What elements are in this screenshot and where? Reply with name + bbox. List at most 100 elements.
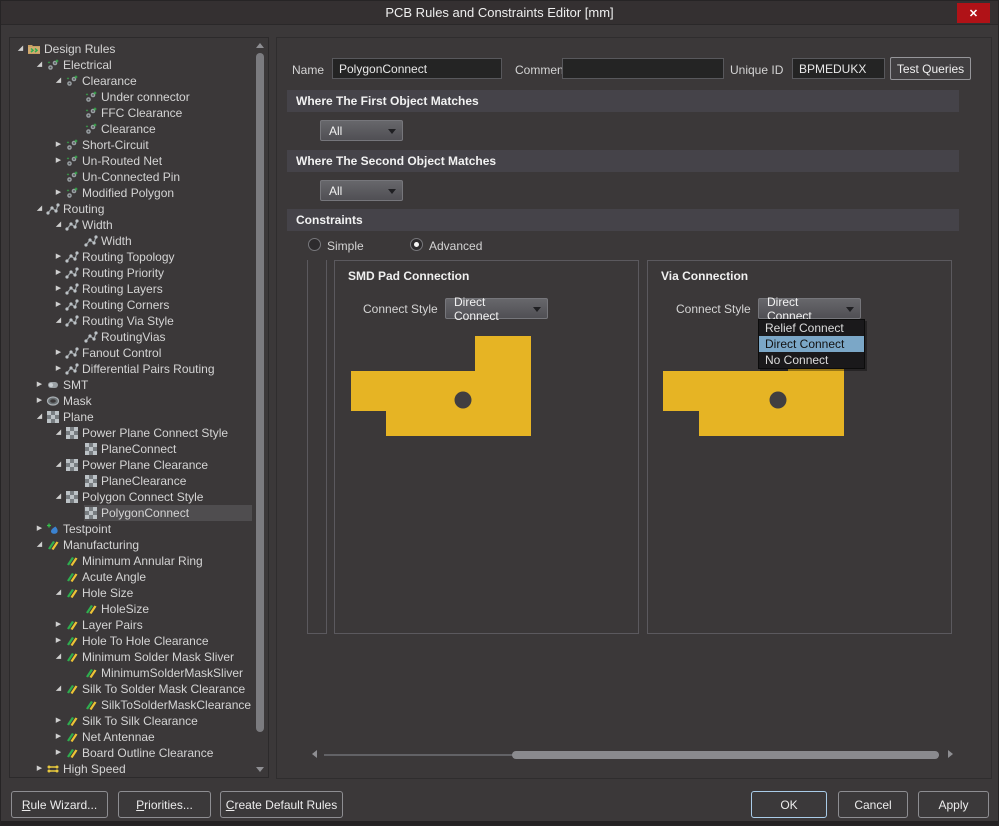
cancel-button[interactable]: Cancel	[838, 791, 908, 818]
tree-item-acute-angle[interactable]: Acute Angle	[10, 569, 252, 585]
tree-item-content[interactable]: Electrical	[46, 57, 252, 73]
tree-item-content[interactable]: Testpoint	[46, 521, 252, 537]
tree-scrollbar[interactable]	[253, 39, 267, 776]
tree-item-short-circuit[interactable]: ▶ Short-Circuit	[10, 137, 252, 153]
tree-item-content[interactable]: High Speed	[46, 761, 252, 777]
tree-item-silk-to-silk-clearance[interactable]: ▶ Silk To Silk Clearance	[10, 713, 252, 729]
title-bar[interactable]: PCB Rules and Constraints Editor [mm] ✕	[1, 1, 998, 25]
expander-icon[interactable]: ◢	[33, 537, 46, 553]
tree-item-smt[interactable]: ▶ SMT	[10, 377, 252, 393]
scroll-down-icon[interactable]	[256, 767, 264, 772]
tree-item-content[interactable]: Board Outline Clearance	[65, 745, 252, 761]
unique-id-input[interactable]	[792, 58, 885, 79]
tree-item-content[interactable]: Short-Circuit	[65, 137, 252, 153]
tree-item-minimum-annular-ring[interactable]: Minimum Annular Ring	[10, 553, 252, 569]
expander-icon[interactable]: ▶	[52, 297, 65, 313]
expander-icon[interactable]: ▶	[52, 137, 65, 153]
ok-button[interactable]: OK	[751, 791, 827, 818]
dropdown-option-no-connect[interactable]: No Connect	[759, 352, 864, 368]
tree-item-content[interactable]: Routing Corners	[65, 297, 252, 313]
tree-item-hole-size[interactable]: ◢ Hole Size	[10, 585, 252, 601]
expander-icon[interactable]: ▶	[52, 729, 65, 745]
tree-item-content[interactable]: Clearance	[65, 73, 252, 89]
expander-icon[interactable]: ▶	[33, 761, 46, 777]
tree-item-content[interactable]: FFC Clearance	[84, 105, 252, 121]
constraints-hscrollbar[interactable]	[310, 749, 955, 761]
tree-item-under-connector[interactable]: Under connector	[10, 89, 252, 105]
expander-icon[interactable]: ◢	[52, 217, 65, 233]
tree-item-width[interactable]: ◢ Width	[10, 217, 252, 233]
tree-item-routing[interactable]: ◢ Routing	[10, 201, 252, 217]
tree-item-power-plane-connect-style[interactable]: ◢ Power Plane Connect Style	[10, 425, 252, 441]
tree-item-routing-priority[interactable]: ▶ Routing Priority	[10, 265, 252, 281]
tree-item-content[interactable]: Un-Routed Net	[65, 153, 252, 169]
expander-icon[interactable]: ◢	[52, 457, 65, 473]
tree-item-hole-to-hole-clearance[interactable]: ▶ Hole To Hole Clearance	[10, 633, 252, 649]
expander-icon[interactable]: ▶	[52, 185, 65, 201]
tree-item-layer-pairs[interactable]: ▶ Layer Pairs	[10, 617, 252, 633]
tree-item-clearance[interactable]: ◢ Clearance	[10, 73, 252, 89]
simple-radio[interactable]	[308, 238, 321, 251]
tree-item-content[interactable]: Silk To Solder Mask Clearance	[65, 681, 252, 697]
tree-item-content[interactable]: Minimum Annular Ring	[65, 553, 252, 569]
expander-icon[interactable]: ▶	[52, 361, 65, 377]
tree-item-routing-corners[interactable]: ▶ Routing Corners	[10, 297, 252, 313]
tree-item-content[interactable]: Routing	[46, 201, 252, 217]
tree-item-content[interactable]: SilkToSolderMaskClearance	[84, 697, 252, 713]
expander-icon[interactable]: ◢	[33, 201, 46, 217]
tree-item-content[interactable]: Un-Connected Pin	[65, 169, 252, 185]
expander-icon[interactable]: ▶	[52, 617, 65, 633]
tree-item-minimum-solder-mask-sliver[interactable]: ◢ Minimum Solder Mask Sliver	[10, 649, 252, 665]
expander-icon[interactable]: ▶	[33, 393, 46, 409]
tree-item-routing-layers[interactable]: ▶ Routing Layers	[10, 281, 252, 297]
tree-item-design-rules[interactable]: ◢ Design Rules	[10, 41, 252, 57]
smd-connect-style-dropdown[interactable]: Direct Connect	[445, 298, 548, 319]
tree-item-content[interactable]: Mask	[46, 393, 252, 409]
scroll-up-icon[interactable]	[256, 43, 264, 48]
scroll-right-icon[interactable]	[948, 750, 953, 758]
test-queries-button[interactable]: Test Queries	[890, 57, 971, 80]
tree-item-content[interactable]: Routing Layers	[65, 281, 252, 297]
tree-item-content[interactable]: Routing Via Style	[65, 313, 252, 329]
tree-item-routing-topology[interactable]: ▶ Routing Topology	[10, 249, 252, 265]
tree-item-content[interactable]: PolygonConnect	[84, 505, 252, 521]
tree-item-content[interactable]: Routing Topology	[65, 249, 252, 265]
via-connect-style-dropdown[interactable]: Direct Connect	[758, 298, 861, 319]
dropdown-option-relief-connect[interactable]: Relief Connect	[759, 320, 864, 336]
expander-icon[interactable]: ▶	[52, 345, 65, 361]
apply-button[interactable]: Apply	[918, 791, 989, 818]
tree-item-clearance[interactable]: Clearance	[10, 121, 252, 137]
expander-icon[interactable]: ◢	[52, 489, 65, 505]
tree-item-content[interactable]: Width	[84, 233, 252, 249]
expander-icon[interactable]: ▶	[52, 281, 65, 297]
tree-item-content[interactable]: Power Plane Clearance	[65, 457, 252, 473]
scroll-left-icon[interactable]	[312, 750, 317, 758]
tree-item-testpoint[interactable]: ▶ Testpoint	[10, 521, 252, 537]
tree-scrollbar-thumb[interactable]	[256, 53, 264, 732]
tree-item-content[interactable]: Polygon Connect Style	[65, 489, 252, 505]
tree-item-minimumsoldermasksliver[interactable]: MinimumSolderMaskSliver	[10, 665, 252, 681]
tree-item-content[interactable]: Width	[65, 217, 252, 233]
tree-item-width[interactable]: Width	[10, 233, 252, 249]
tree-item-content[interactable]: Design Rules	[27, 41, 252, 57]
tree-item-fanout-control[interactable]: ▶ Fanout Control	[10, 345, 252, 361]
tree-item-power-plane-clearance[interactable]: ◢ Power Plane Clearance	[10, 457, 252, 473]
expander-icon[interactable]: ◢	[14, 41, 27, 57]
tree-item-content[interactable]: Fanout Control	[65, 345, 252, 361]
expander-icon[interactable]: ◢	[52, 649, 65, 665]
tree-item-holesize[interactable]: HoleSize	[10, 601, 252, 617]
expander-icon[interactable]: ◢	[52, 73, 65, 89]
tree-item-polygonconnect[interactable]: PolygonConnect	[10, 505, 252, 521]
tree-item-content[interactable]: Differential Pairs Routing	[65, 361, 252, 377]
tree-item-content[interactable]: Minimum Solder Mask Sliver	[65, 649, 252, 665]
second-match-dropdown[interactable]: All	[320, 180, 403, 201]
name-input[interactable]	[332, 58, 502, 79]
tree-item-content[interactable]: Net Antennae	[65, 729, 252, 745]
rule-wizard-button[interactable]: Rule Wizard...	[11, 791, 108, 818]
expander-icon[interactable]: ▶	[52, 249, 65, 265]
tree-item-silk-to-solder-mask-clearance[interactable]: ◢ Silk To Solder Mask Clearance	[10, 681, 252, 697]
expander-icon[interactable]: ◢	[33, 409, 46, 425]
tree-item-content[interactable]: Layer Pairs	[65, 617, 252, 633]
tree-item-plane[interactable]: ◢ Plane	[10, 409, 252, 425]
tree-item-routing-via-style[interactable]: ◢ Routing Via Style	[10, 313, 252, 329]
